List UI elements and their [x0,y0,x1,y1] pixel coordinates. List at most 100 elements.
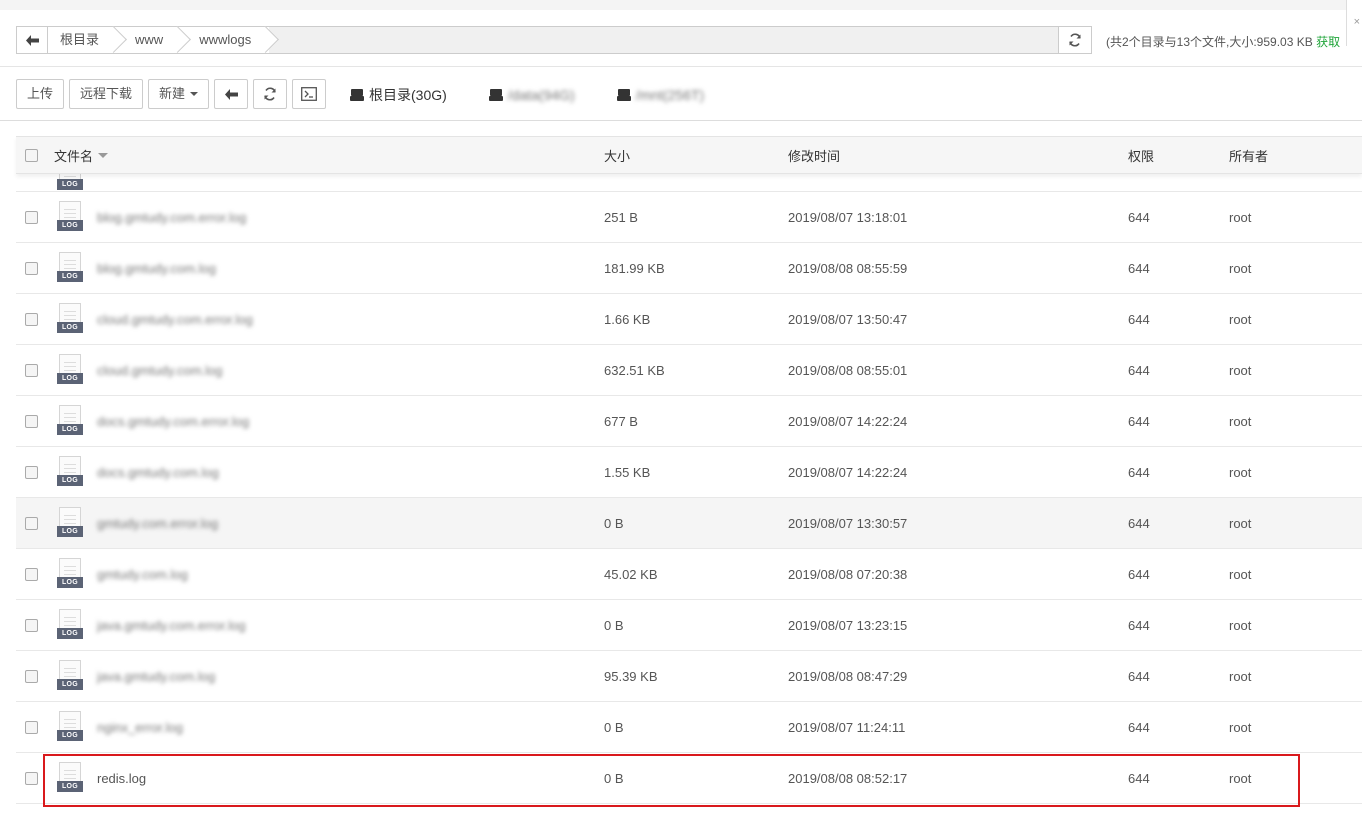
file-perm: 644 [1128,260,1150,276]
disk-3[interactable]: /mnt(256T) [616,85,705,105]
file-name[interactable]: cloud.gmtudy.com.error.log [97,294,253,344]
refresh-icon [1069,33,1081,47]
new-label: 新建 [159,86,186,101]
file-size: 45.02 KB [604,566,658,582]
disk-label: /mnt(256T) [635,87,705,103]
log-tag: LOG [57,220,83,231]
file-mtime: 2019/08/07 11:24:11 [788,719,906,735]
disk-label: /data(94G) [507,87,575,103]
file-owner: root [1229,209,1252,225]
table-row[interactable]: LOG cloud.gmtudy.com.error.log 1.66 KB 2… [16,294,1362,345]
file-name[interactable]: docs.gmtudy.com.log [97,447,219,497]
file-name[interactable]: gmtudy.com.log [97,549,188,599]
header-perm: 权限 [1128,148,1155,164]
table-row[interactable]: LOG blog.gmtudy.com.log 181.99 KB 2019/0… [16,243,1362,294]
disk-root[interactable]: 根目录(30G) [350,85,447,105]
file-mtime: 2019/08/07 14:22:24 [788,413,908,429]
file-mtime: 2019/08/08 08:55:01 [788,362,908,378]
file-mtime: 2019/08/07 14:22:24 [788,464,908,480]
file-mtime: 2019/08/08 08:55:59 [788,260,908,276]
table-row[interactable]: LOG blog.gmtudy.com.error.log 251 B 2019… [16,192,1362,243]
remote-download-button[interactable]: 远程下载 [69,79,144,109]
row-checkbox[interactable] [25,363,38,377]
refresh-button[interactable] [253,79,288,109]
row-checkbox[interactable] [25,771,38,785]
file-owner: root [1229,617,1252,633]
file-perm: 644 [1128,719,1150,735]
table-row[interactable]: LOG docs.gmtudy.com.error.log 677 B 2019… [16,396,1362,447]
row-checkbox[interactable] [25,720,38,734]
file-mtime: 2019/08/07 13:50:47 [788,311,908,327]
log-tag: LOG [57,730,83,741]
file-size: 632.51 KB [604,362,665,378]
row-checkbox[interactable] [25,567,38,581]
table-row[interactable]: LOG nginx_error.log 0 B 2019/08/07 11:24… [16,702,1362,753]
row-checkbox[interactable] [25,618,38,632]
table-row[interactable]: LOG docs.gmtudy.com.log 1.55 KB 2019/08/… [16,447,1362,498]
file-name[interactable]: cloud.gmtudy.com.log [97,345,223,395]
back-button[interactable] [214,79,249,109]
row-checkbox[interactable] [25,669,38,683]
caret-down-icon [190,92,199,96]
new-dropdown-button[interactable]: 新建 [148,79,210,109]
header-size[interactable]: 大小 [604,137,630,173]
row-checkbox[interactable] [25,516,38,530]
log-file-icon: LOG [57,303,83,335]
summary-fetch-link[interactable]: 获取 [1316,35,1340,49]
log-tag: LOG [57,526,83,537]
table-row[interactable]: LOG gmtudy.com.log 45.02 KB 2019/08/08 0… [16,549,1362,600]
file-name[interactable]: nginx_error.log [97,702,183,752]
file-perm: 644 [1128,515,1150,531]
file-mtime: 2019/08/08 08:47:29 [788,668,908,684]
file-table-header: 文件名 大小 修改时间 权限 所有者 [16,136,1362,174]
file-name[interactable]: java.gmtudy.com.error.log [97,600,246,650]
terminal-icon [301,87,317,101]
path-back-button[interactable] [17,27,48,53]
highlight-box [43,754,1300,807]
divider [0,120,1362,121]
disk-list: 根目录(30G) /data(94G) /mnt(256T) [350,85,746,105]
breadcrumb-root[interactable]: 根目录 [48,27,118,53]
file-mtime: 2019/08/08 07:20:38 [788,566,908,582]
file-size: 0 B [604,617,624,633]
log-tag: LOG [57,373,83,384]
row-checkbox[interactable] [25,414,38,428]
select-all-checkbox[interactable] [25,148,38,162]
file-perm: 644 [1128,209,1150,225]
file-size: 181.99 KB [604,260,665,276]
path-input-area[interactable] [269,27,1058,53]
file-owner: root [1229,311,1252,327]
file-mtime: 2019/08/07 13:23:15 [788,617,908,633]
table-row[interactable]: LOG cloud.gmtudy.com.log 632.51 KB 2019/… [16,345,1362,396]
header-mtime[interactable]: 修改时间 [788,137,840,173]
row-checkbox[interactable] [25,312,38,326]
row-checkbox[interactable] [25,210,38,224]
header-name[interactable]: 文件名 [54,137,109,173]
file-perm: 644 [1128,566,1150,582]
table-row[interactable]: LOG java.gmtudy.com.log 95.39 KB 2019/08… [16,651,1362,702]
file-owner: root [1229,260,1252,276]
file-name[interactable]: java.gmtudy.com.log [97,651,215,701]
sort-down-icon [98,152,109,158]
table-row[interactable]: LOG gmtudy.com.error.log 0 B 2019/08/07 … [16,498,1362,549]
row-checkbox[interactable] [25,261,38,275]
close-corner[interactable]: × [1346,0,1362,46]
disk-2[interactable]: /data(94G) [488,85,575,105]
file-name[interactable]: gmtudy.com.error.log [97,498,218,548]
file-owner: root [1229,668,1252,684]
file-size: 251 B [604,209,638,225]
directory-summary: (共2个目录与13个文件,大小:959.03 KB 获取 [1106,33,1340,50]
file-name[interactable]: docs.gmtudy.com.error.log [97,396,249,446]
upload-button[interactable]: 上传 [16,79,65,109]
breadcrumb-wwwlogs[interactable]: wwwlogs [181,27,270,53]
terminal-button[interactable] [292,79,327,109]
close-icon[interactable]: × [1354,16,1360,28]
file-perm: 644 [1128,311,1150,327]
breadcrumb-www[interactable]: www [117,27,182,53]
hard-drive-icon [616,89,631,101]
row-checkbox[interactable] [25,465,38,479]
file-name[interactable]: blog.gmtudy.com.error.log [97,192,246,242]
path-refresh-button[interactable] [1058,27,1091,53]
file-name[interactable]: blog.gmtudy.com.log [97,243,216,293]
table-row[interactable]: LOG java.gmtudy.com.error.log 0 B 2019/0… [16,600,1362,651]
